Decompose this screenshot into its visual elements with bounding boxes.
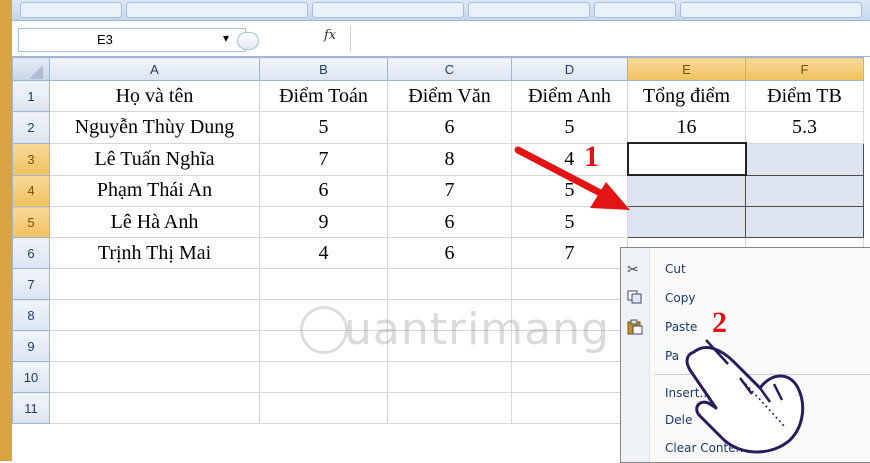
pointing-hand-icon [685,339,805,454]
